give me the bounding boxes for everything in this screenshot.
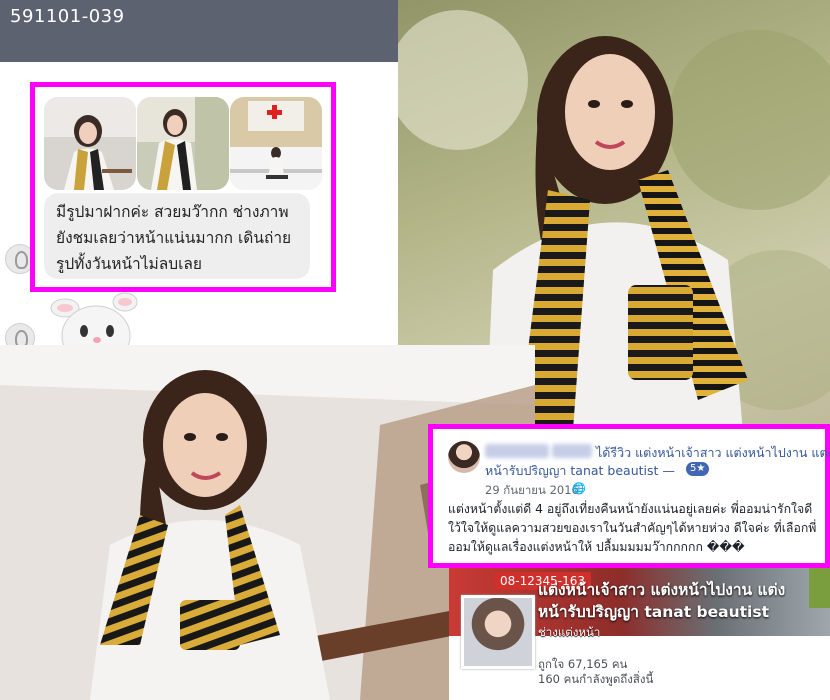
reviewer-surname-blurred[interactable]: [552, 444, 592, 458]
rating-badge: 5★: [686, 462, 710, 476]
page-profile-picture[interactable]: [461, 595, 535, 669]
reviewer-name-blurred[interactable]: [485, 444, 549, 458]
page-talking-about-count: 160 คนกำลังพูดถึงสิ่งนี้: [538, 672, 654, 686]
review-action-text[interactable]: ได้รีวิว แต่งหน้าเจ้าสาว แต่งหน้าไปงาน แ…: [596, 443, 830, 463]
highlight-frame: [30, 82, 336, 292]
page-title[interactable]: แต่งหน้าเจ้าสาว แต่งหน้าไปงาน แต่ง หน้าร…: [538, 579, 785, 623]
review-page-link[interactable]: หน้ารับปริญญา tanat beautist —: [485, 461, 675, 481]
review-body-text: แต่งหน้าตั้งแต่ดี 4 อยู่ถึงเที่ยงคืนหน้า…: [448, 502, 817, 554]
reviewer-avatar[interactable]: [448, 441, 480, 473]
cover-decoration: [809, 568, 830, 608]
page-category: ช่างแต่งหน้า: [538, 625, 601, 639]
review-date[interactable]: 29 กันยายน 2016 ·: [485, 482, 586, 500]
chat-title: 591101-039: [10, 6, 125, 27]
globe-icon: 🌐: [572, 482, 586, 495]
